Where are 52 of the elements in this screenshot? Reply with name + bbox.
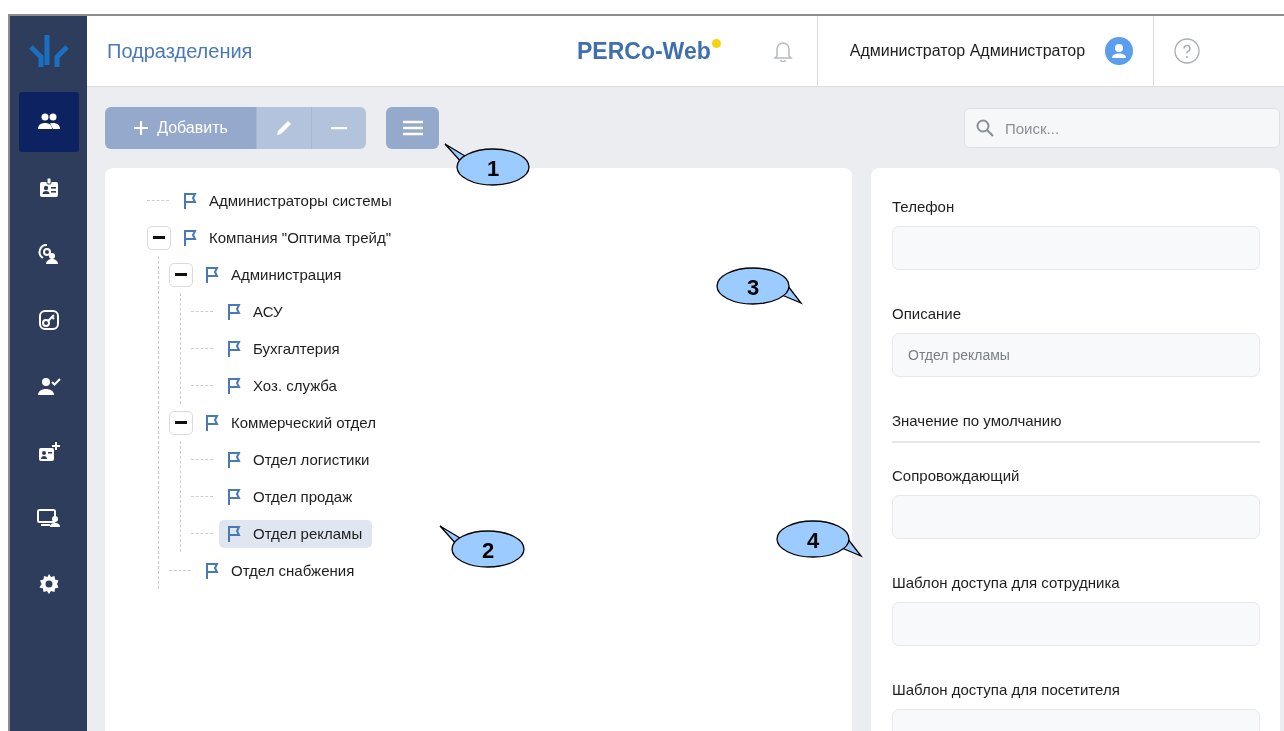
face-scan-icon [36, 242, 61, 266]
section-heading: Значение по умолчанию [892, 412, 1260, 443]
user-name[interactable]: Администратор Администратор [849, 42, 1086, 60]
collapse-toggle[interactable] [147, 225, 171, 250]
tree-item[interactable]: АСУ [219, 297, 293, 326]
flag-icon [183, 228, 199, 247]
field-label: Описание [892, 305, 963, 322]
minus-icon [331, 126, 347, 130]
sidebar-item[interactable] [18, 92, 79, 152]
input-field[interactable] [892, 226, 1260, 270]
monitor-person-icon [36, 506, 61, 530]
flag-icon [205, 561, 221, 580]
plus-icon [133, 120, 150, 136]
settings-icon [36, 572, 61, 596]
pencil-icon [274, 118, 294, 138]
input-field[interactable] [892, 495, 1260, 539]
flag-icon [227, 524, 243, 543]
input-field[interactable]: Отдел рекламы [892, 333, 1260, 377]
collapse-toggle[interactable] [169, 410, 193, 435]
flag-icon [227, 376, 243, 395]
tree-item[interactable]: Компания "Оптима трейд" [175, 223, 401, 252]
flag-icon [183, 191, 199, 210]
menu-icon [402, 120, 423, 136]
field-label: Шаблон доступа для посетителя [892, 681, 1121, 698]
brand-logo: PERCo-Web [577, 37, 721, 65]
tree-item[interactable]: Коммерческий отдел [197, 408, 386, 437]
tree-item[interactable]: Отдел логистики [219, 445, 380, 474]
flag-icon [205, 413, 221, 432]
field-label: Шаблон доступа для сотрудника [892, 574, 1121, 591]
collapse-toggle[interactable] [169, 262, 193, 287]
flag-icon [227, 450, 243, 469]
tree-item[interactable]: Администраторы системы [175, 186, 402, 215]
field-label: Сопровождающий [892, 467, 1021, 484]
logo-icon [28, 33, 69, 69]
tree-item[interactable]: Отдел рекламы [219, 519, 373, 548]
flag-icon [227, 339, 243, 358]
search-field[interactable]: Поиск... [964, 108, 1280, 148]
key-icon [36, 308, 61, 332]
tree-item[interactable]: Отдел снабжения [197, 556, 365, 585]
flag-icon [227, 302, 243, 321]
search-icon [976, 119, 994, 137]
tree-item[interactable]: Администрация [197, 260, 352, 289]
tree-item[interactable]: Бухгалтерия [219, 334, 350, 363]
tree-item[interactable]: Отдел продаж [219, 482, 363, 511]
flag-icon [205, 265, 221, 284]
input-field[interactable] [892, 602, 1260, 646]
tree-item[interactable]: Хоз. служба [219, 371, 347, 400]
badge-plus-icon [36, 440, 61, 464]
avatar-icon[interactable] [1105, 37, 1134, 65]
page-title: Подразделения [107, 39, 254, 63]
field-label: Телефон [892, 198, 956, 215]
flag-icon [227, 487, 243, 506]
